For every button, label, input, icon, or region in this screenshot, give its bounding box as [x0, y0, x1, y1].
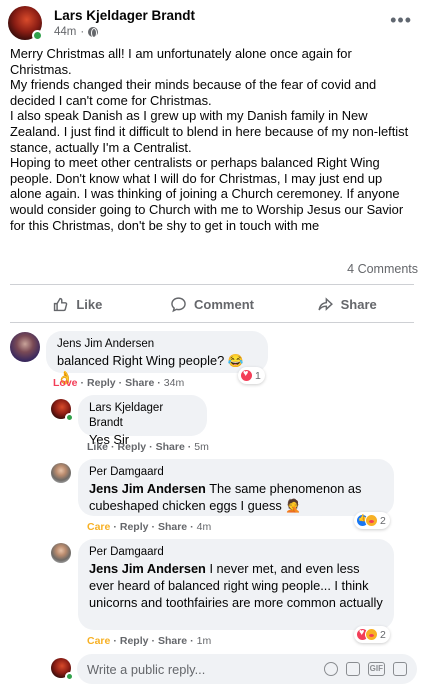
avatar[interactable] — [10, 332, 40, 362]
share-comment-button[interactable]: Share — [156, 441, 185, 453]
comment-author[interactable]: Jens Jim Andersen — [57, 337, 257, 352]
comment-author[interactable]: Per Damgaard — [89, 545, 383, 560]
divider — [10, 322, 414, 323]
reaction-button[interactable]: Care — [87, 635, 110, 647]
comment-author[interactable]: Per Damgaard — [89, 465, 383, 480]
reply-button[interactable]: Reply — [120, 521, 149, 533]
more-options-icon[interactable]: ••• — [390, 10, 412, 31]
dot-separator: · — [80, 26, 85, 38]
reaction-count: 1 — [255, 369, 261, 382]
post-paragraph: My friends changed their minds because o… — [10, 77, 377, 108]
share-label: Share — [340, 296, 377, 312]
reaction-count: 2 — [380, 628, 386, 641]
reply-tools: GIF — [323, 662, 417, 676]
comment-bubble: Per Damgaard Jens Jim Andersen The same … — [78, 459, 394, 516]
love-reaction-icon — [240, 368, 253, 382]
reply-button[interactable]: Reply — [118, 441, 147, 453]
comment-actions: Care · Reply · Share · 4m — [87, 521, 212, 533]
emoji-icon[interactable] — [323, 662, 338, 676]
mention-link[interactable]: Jens Jim Andersen — [89, 481, 206, 496]
post-paragraph: Hoping to meet other centralists or perh… — [10, 155, 404, 233]
comment-bubble: Lars Kjeldager Brandt Yes Sir — [78, 395, 207, 447]
comment-label: Comment — [194, 296, 254, 312]
share-arrow-icon — [318, 296, 333, 311]
post-paragraph: Merry Christmas all! I am unfortunately … — [10, 46, 352, 77]
comment-text: Jens Jim Andersen The same phenomenon as… — [89, 480, 383, 514]
comment-actions: Like · Reply · Share · 5m — [87, 441, 209, 453]
reply-placeholder[interactable]: Write a public reply... — [87, 662, 324, 677]
reaction-summary[interactable]: 2 — [354, 626, 390, 643]
thumbs-up-icon — [54, 297, 68, 311]
sticker-icon[interactable] — [393, 662, 407, 676]
mention-link[interactable]: Jens Jim Andersen — [89, 561, 206, 576]
like-button[interactable]: Like — [10, 289, 145, 319]
reaction-button[interactable]: Like — [87, 441, 108, 453]
post-actions: Like Comment Share — [10, 289, 414, 319]
reaction-count: 2 — [380, 514, 386, 527]
gif-icon[interactable]: GIF — [367, 662, 385, 676]
comment-actions: Care · Reply · Share · 1m — [87, 635, 212, 647]
share-comment-button[interactable]: Share — [158, 521, 187, 533]
comments-count[interactable]: 4 Comments — [347, 262, 418, 276]
comment-time[interactable]: 5m — [194, 441, 209, 453]
online-status-dot — [65, 413, 74, 422]
share-comment-button[interactable]: Share — [158, 635, 187, 647]
post-author[interactable]: Lars Kjeldager Brandt — [54, 8, 195, 23]
post-header: Lars Kjeldager Brandt 44m · ••• — [8, 6, 416, 41]
like-label: Like — [76, 296, 103, 312]
post-meta: 44m · — [54, 26, 99, 38]
online-status-dot — [32, 30, 43, 41]
care-reaction-icon — [365, 628, 378, 641]
avatar[interactable] — [51, 543, 71, 563]
comment-time[interactable]: 34m — [164, 377, 184, 389]
avatar[interactable] — [51, 463, 71, 483]
comment-bubble: Jens Jim Andersen balanced Right Wing pe… — [46, 331, 268, 385]
camera-icon[interactable] — [345, 662, 360, 676]
share-comment-button[interactable]: Share — [125, 377, 154, 389]
post-body: Merry Christmas all! I am unfortunately … — [10, 46, 416, 233]
speech-bubble-icon — [171, 296, 186, 312]
reply-input[interactable]: Write a public reply... GIF — [77, 654, 417, 684]
comment-time[interactable]: 4m — [197, 521, 212, 533]
reply-button[interactable]: Reply — [120, 635, 149, 647]
reply-button[interactable]: Reply — [87, 377, 116, 389]
reaction-summary[interactable]: 1 — [238, 367, 265, 384]
care-reaction-icon — [365, 514, 378, 527]
post-paragraph: I also speak Danish as I grew up with my… — [10, 108, 409, 155]
comment-author[interactable]: Lars Kjeldager Brandt — [89, 401, 196, 431]
comment-button[interactable]: Comment — [145, 289, 280, 319]
comment-actions: Love · Reply · Share · 34m — [53, 377, 185, 389]
reaction-button[interactable]: Love — [53, 377, 78, 389]
reaction-summary[interactable]: 2 — [354, 512, 390, 529]
globe-icon — [88, 27, 99, 38]
share-button[interactable]: Share — [279, 289, 414, 319]
comment-time[interactable]: 1m — [197, 635, 212, 647]
reaction-button[interactable]: Care — [87, 521, 110, 533]
divider — [10, 284, 414, 285]
comment-bubble: Per Damgaard Jens Jim Andersen I never m… — [78, 539, 394, 630]
post-time[interactable]: 44m — [54, 26, 76, 38]
comment-text: Jens Jim Andersen I never met, and even … — [89, 560, 383, 611]
online-status-dot — [65, 672, 74, 681]
